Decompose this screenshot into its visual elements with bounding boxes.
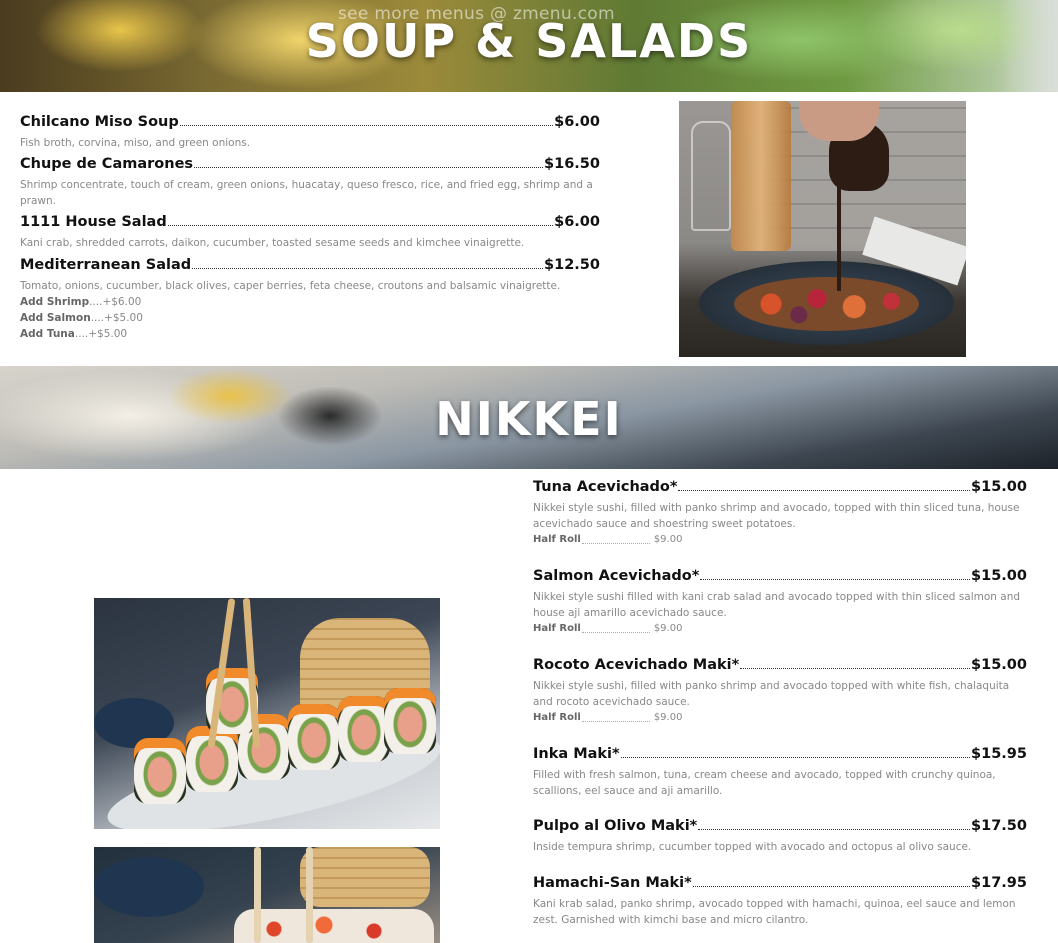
item-description: Nikkei style sushi filled with kani crab… <box>533 591 1021 619</box>
item-price: $16.50 <box>544 156 600 172</box>
item-description: Filled with fresh salmon, tuna, cream ch… <box>533 769 996 797</box>
menu-item: Salmon Acevichado* $15.00 Nikkei style s… <box>533 568 1027 637</box>
half-roll: Half Roll $9.00 <box>533 621 1027 637</box>
sushi-roll-photo <box>94 598 440 829</box>
dot-leader <box>620 757 971 758</box>
addon-price: ....+$5.00 <box>90 312 143 324</box>
addon-name: Add Shrimp <box>20 296 90 308</box>
item-description: Shrimp concentrate, touch of cream, gree… <box>20 179 593 207</box>
dot-leader <box>700 579 971 580</box>
item-name: Inka Maki* <box>533 746 620 762</box>
dot-leader <box>740 668 971 669</box>
menu-item: Chilcano Miso Soup $6.00 Fish broth, cor… <box>20 114 600 151</box>
soup-salads-banner: SOUP & SALADS see more menus @ zmenu.com <box>0 0 1058 92</box>
item-price: $15.00 <box>971 657 1027 673</box>
item-price: $15.00 <box>971 568 1027 584</box>
item-description: Nikkei style sushi, filled with panko sh… <box>533 502 1020 530</box>
item-description: Kani krab salad, panko shrimp, avocado t… <box>533 898 1016 926</box>
item-name: Salmon Acevichado* <box>533 568 700 584</box>
item-description: Kani crab, shredded carrots, daikon, cuc… <box>20 237 525 249</box>
item-price: $6.00 <box>554 114 600 130</box>
half-roll: Half Roll $9.00 <box>533 710 1027 726</box>
half-roll-price: $9.00 <box>653 623 683 634</box>
dot-leader <box>167 225 554 226</box>
menu-item: Rocoto Acevichado Maki* $15.00 Nikkei st… <box>533 657 1027 726</box>
nikkei-banner: NIKKEI <box>0 366 1058 469</box>
menu-item: Tuna Acevichado* $15.00 Nikkei style sus… <box>533 479 1027 548</box>
sushi-topping-photo <box>94 847 440 943</box>
item-price: $12.50 <box>544 257 600 273</box>
item-name: Chupe de Camarones <box>20 156 194 172</box>
addon-tuna: Add Tuna....+$5.00 <box>20 326 600 342</box>
salad-oil-photo <box>679 101 966 357</box>
dot-leader <box>698 829 971 830</box>
addon-name: Add Salmon <box>20 312 91 324</box>
dot-leader <box>692 886 971 887</box>
addon-price: ....+$6.00 <box>89 296 142 308</box>
half-roll-label: Half Roll <box>533 623 581 634</box>
half-roll-price: $9.00 <box>653 534 683 545</box>
half-roll: Half Roll $9.00 <box>533 532 1027 548</box>
menu-item: Inka Maki* $15.95 Filled with fresh salm… <box>533 746 1027 799</box>
dot-leader <box>192 268 544 269</box>
half-roll-label: Half Roll <box>533 534 581 545</box>
item-price: $6.00 <box>554 214 600 230</box>
addon-shrimp: Add Shrimp....+$6.00 <box>20 294 600 310</box>
addon-price: ....+$5.00 <box>74 328 128 340</box>
menu-item: Chupe de Camarones $16.50 Shrimp concent… <box>20 156 600 209</box>
dot-leader <box>179 125 554 126</box>
nikkei-title: NIKKEI <box>435 392 623 446</box>
item-description: Tomato, onions, cucumber, black olives, … <box>20 280 561 292</box>
item-description: Fish broth, corvina, miso, and green oni… <box>20 137 251 149</box>
item-name: 1111 House Salad <box>20 214 167 230</box>
item-price: $17.95 <box>971 875 1027 891</box>
item-price: $17.50 <box>971 818 1027 834</box>
item-name: Rocoto Acevichado Maki* <box>533 657 740 673</box>
item-description: Nikkei style sushi, filled with panko sh… <box>533 680 1010 708</box>
item-price: $15.95 <box>971 746 1027 762</box>
menu-item: Hamachi-San Maki* $17.95 Kani krab salad… <box>533 875 1027 928</box>
addon-salmon: Add Salmon....+$5.00 <box>20 310 600 326</box>
item-name: Mediterranean Salad <box>20 257 192 273</box>
item-price: $15.00 <box>971 479 1027 495</box>
item-name: Tuna Acevichado* <box>533 479 678 495</box>
half-roll-label: Half Roll <box>533 712 581 723</box>
menu-item: 1111 House Salad $6.00 Kani crab, shredd… <box>20 214 600 251</box>
item-name: Hamachi-San Maki* <box>533 875 692 891</box>
item-name: Chilcano Miso Soup <box>20 114 179 130</box>
menu-item: Mediterranean Salad $12.50 Tomato, onion… <box>20 257 600 342</box>
dot-leader <box>678 490 971 491</box>
item-name: Pulpo al Olivo Maki* <box>533 818 698 834</box>
watermark[interactable]: see more menus @ zmenu.com <box>338 4 615 24</box>
addon-name: Add Tuna <box>20 328 75 340</box>
dot-leader <box>194 167 544 168</box>
item-description: Inside tempura shrimp, cucumber topped w… <box>533 841 972 853</box>
half-roll-price: $9.00 <box>653 712 683 723</box>
menu-item: Pulpo al Olivo Maki* $17.50 Inside tempu… <box>533 818 1027 855</box>
